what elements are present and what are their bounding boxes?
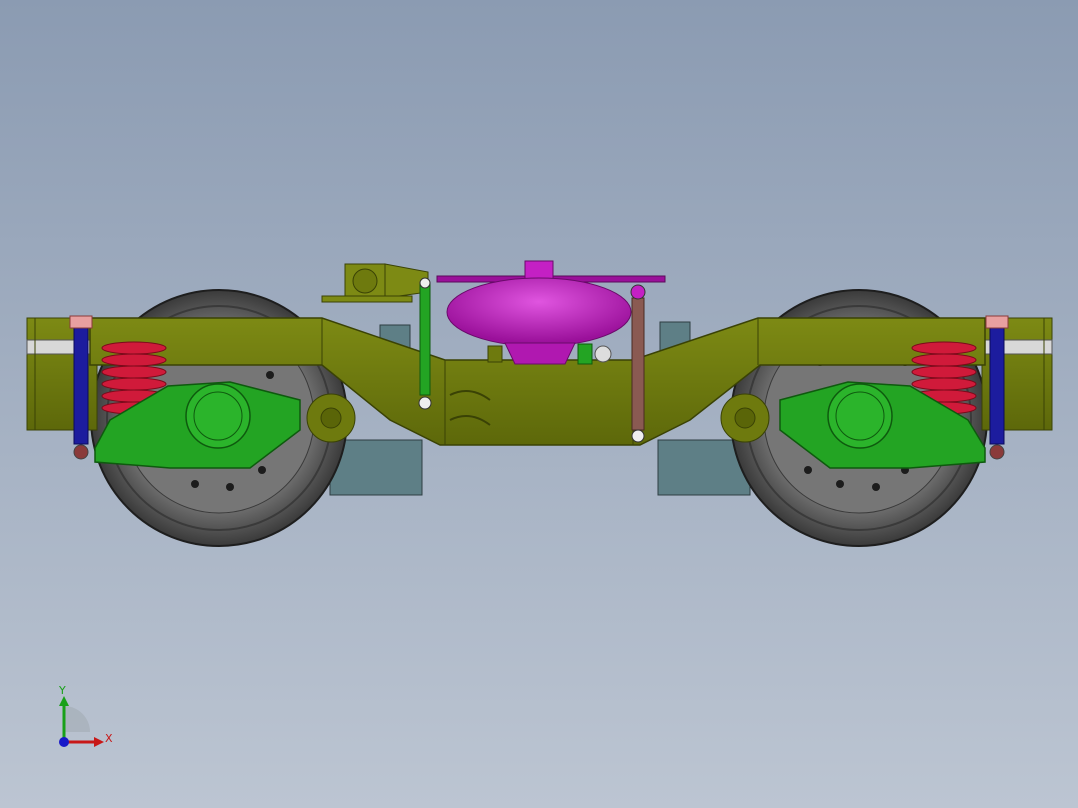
top-bracket[interactable] — [321, 263, 429, 303]
view-orientation-triad: X Y — [48, 684, 128, 756]
right-pivot-lug — [720, 393, 770, 443]
left-pivot-lug — [306, 393, 356, 443]
graphics-viewport[interactable]: X Y — [0, 0, 1078, 808]
right-damper-rod[interactable] — [630, 284, 646, 443]
left-link[interactable] — [418, 277, 432, 410]
triad-y-label: Y — [59, 684, 66, 697]
triad-x-label: X — [105, 732, 113, 745]
bogie-model[interactable] — [0, 0, 1078, 808]
